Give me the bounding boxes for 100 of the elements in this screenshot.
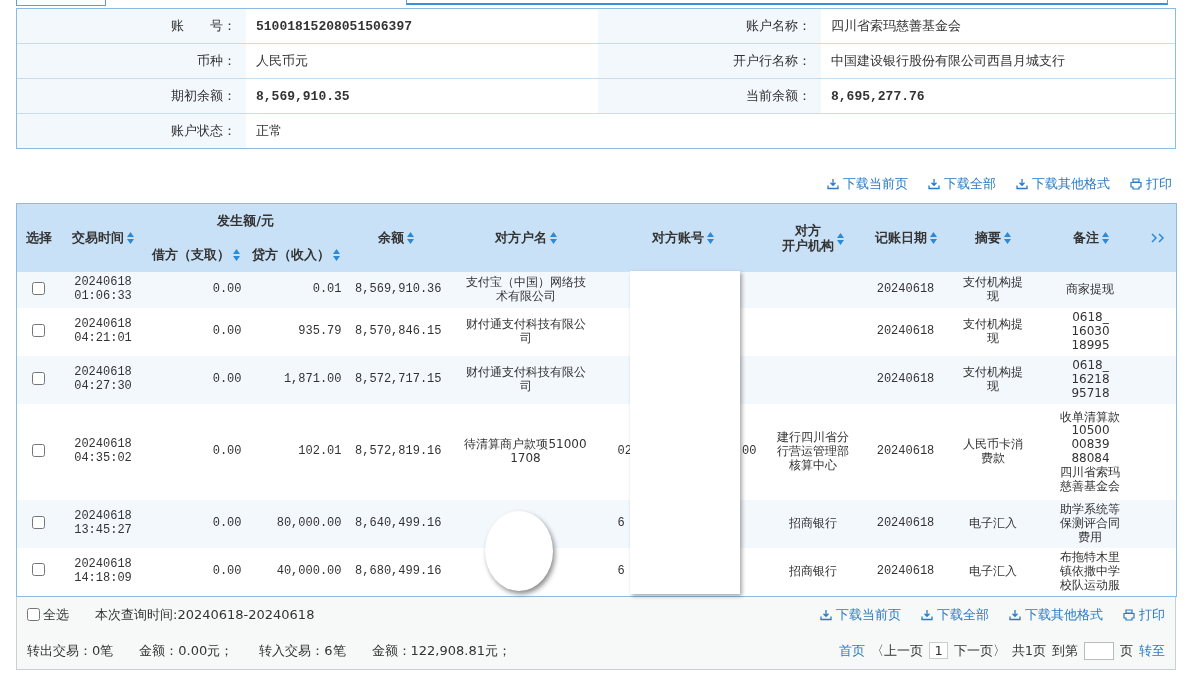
download-link[interactable]: 下载全部: [928, 175, 996, 193]
table-cell: 0.00: [212, 444, 242, 459]
summary-text: 转入交易：6笔: [259, 641, 346, 660]
sort-icon[interactable]: [1004, 232, 1011, 245]
row-checkbox[interactable]: [32, 371, 46, 385]
field-value: 51001815208051506397: [246, 9, 598, 44]
sort-icon[interactable]: [332, 249, 340, 262]
print-link[interactable]: 打印: [1123, 605, 1165, 624]
column-header[interactable]: 余额: [377, 231, 414, 246]
page-number-input[interactable]: [1084, 641, 1114, 660]
column-header[interactable]: 记账日期: [874, 231, 937, 246]
print-link[interactable]: 打印: [1130, 175, 1172, 193]
table-cell-text: 20240618 01:06:33: [73, 276, 133, 304]
go-link[interactable]: 转至: [1139, 641, 1165, 660]
row-checkbox[interactable]: [32, 515, 46, 529]
table-cell: 102.01: [298, 444, 342, 459]
table-cell: 待清算商户款项510001708: [463, 438, 588, 466]
column-header[interactable]: 交易时间: [72, 231, 134, 246]
table-cell-text: 支付机构提现: [962, 318, 1024, 346]
sort-icon[interactable]: [549, 232, 557, 245]
field-label: 当前余额：: [598, 79, 821, 114]
table-cell: 00: [742, 445, 757, 459]
first-page-link[interactable]: 首页: [839, 641, 866, 660]
column-group-header: 发生额/元: [217, 213, 274, 228]
table-cell-text: 20240618 14:18:09: [73, 557, 133, 586]
table-cell: 0.00: [212, 516, 242, 531]
page-count: 共1页: [1011, 641, 1046, 660]
table-cell: 0.00: [212, 372, 242, 387]
select-all-checkbox[interactable]: [27, 608, 40, 621]
table-cell-text: 建行四川省分行营运管理部核算中心: [776, 431, 850, 473]
chevrons-right-icon[interactable]: [1151, 232, 1166, 243]
column-header[interactable]: 备注: [1072, 231, 1109, 246]
table-cell: 助学系统等保测评合同费用: [1059, 503, 1122, 545]
field-value: 四川省索玛慈善基金会: [821, 9, 1175, 44]
table-cell-text: 人民币卡消费款: [962, 438, 1024, 466]
table-cell-text: 支付机构提现: [962, 366, 1024, 394]
download-link[interactable]: 下载当前页: [820, 605, 901, 624]
table-cell: 20240618: [876, 324, 935, 339]
printer-icon: [1123, 608, 1135, 621]
column-header[interactable]: 对方户名: [494, 231, 557, 246]
table-cell-text: 电子汇入: [968, 564, 1018, 579]
download-link[interactable]: 下载其他格式: [1016, 175, 1110, 193]
download-icon: [1016, 178, 1028, 190]
table-cell: 8,570,846.15: [355, 324, 442, 339]
table-cell: 0.01: [312, 282, 342, 297]
sort-icon[interactable]: [929, 232, 937, 245]
summary-text: 金额：122,908.81元；: [371, 641, 511, 660]
field-label: 期初余额：: [17, 79, 246, 114]
download-icon: [928, 178, 940, 190]
download-icon: [820, 608, 832, 621]
column-header: 选择: [25, 231, 52, 246]
table-cell: 20240618: [876, 444, 935, 459]
download-icon: [1009, 608, 1021, 621]
table-cell: 8,640,499.16: [355, 516, 442, 531]
table-cell-text: 20240618 04:27:30: [73, 366, 133, 394]
download-link[interactable]: 下载当前页: [827, 175, 908, 193]
table-cell-text: 20240618 13:45:27: [73, 510, 133, 538]
table-cell: 20240618: [876, 282, 935, 297]
table-cell-text: 招商银行: [788, 564, 838, 579]
table-cell: 布拖特木里镇依撒中学校队运动服: [1059, 551, 1122, 593]
sort-icon[interactable]: [232, 249, 240, 262]
table-cell: 8,680,499.16: [355, 563, 442, 578]
summary-text: 金额：0.00元；: [139, 641, 234, 660]
summary-text: 转出交易：0笔: [27, 641, 114, 660]
column-header[interactable]: 对方账号: [652, 231, 714, 246]
field-value: 8,569,910.35: [246, 79, 598, 114]
table-cell: 1,871.00: [283, 372, 342, 387]
download-link[interactable]: 下载其他格式: [1009, 605, 1103, 624]
table-cell-text: 20240618 04:35:02: [73, 438, 133, 466]
sort-icon[interactable]: [707, 232, 714, 245]
field-label: 币种：: [17, 44, 246, 79]
table-cell-text: 20240618 04:21:01: [73, 318, 133, 346]
row-checkbox[interactable]: [32, 563, 46, 577]
field-value: 8,695,277.76: [821, 79, 1175, 114]
table-cell-text: 电子汇入: [968, 517, 1018, 531]
column-header[interactable]: 摘要: [975, 231, 1011, 246]
row-checkbox[interactable]: [32, 323, 46, 337]
printer-icon: [1130, 178, 1142, 190]
table-cell: 6: [617, 564, 625, 579]
row-checkbox[interactable]: [32, 281, 46, 295]
download-link[interactable]: 下载全部: [921, 605, 989, 624]
table-cell: 0.00: [212, 282, 242, 297]
field-value: 人民币元: [246, 44, 598, 79]
field-label: 开户行名称：: [598, 44, 821, 79]
select-all-label[interactable]: 全选: [43, 605, 69, 624]
table-cell-text: 支付宝（中国）网络技术有限公司: [464, 276, 587, 304]
sort-icon[interactable]: [406, 232, 414, 245]
download-icon: [921, 608, 933, 621]
sort-icon[interactable]: [127, 232, 134, 245]
field-label: 账 号：: [17, 9, 246, 44]
sort-icon[interactable]: [837, 232, 844, 245]
sort-icon[interactable]: [1101, 232, 1109, 245]
row-checkbox[interactable]: [32, 443, 46, 457]
goto-label: 页: [1120, 641, 1133, 660]
table-cell-text: 0618_ 16218 95718: [1070, 359, 1111, 401]
table-cell: 80,000.00: [276, 516, 342, 531]
table-cell-text: 财付通支付科技有限公司: [464, 366, 587, 394]
current-page: 1: [929, 642, 948, 659]
table-cell: 935.79: [298, 324, 342, 339]
field-value: 正常: [255, 122, 283, 140]
